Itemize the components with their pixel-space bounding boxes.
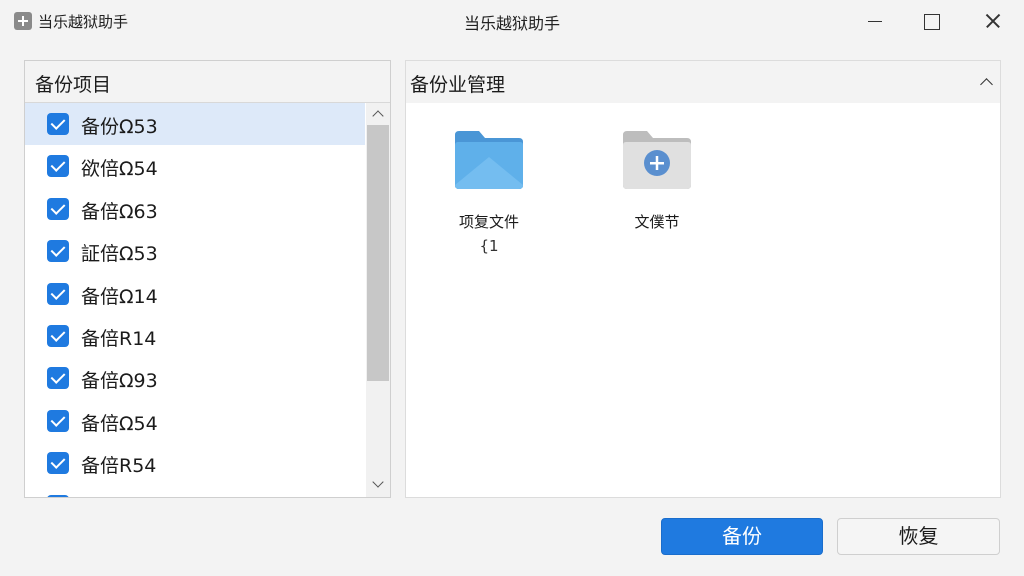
checkbox-checked-icon[interactable] [47,367,69,390]
restore-button[interactable]: 恢复 [837,518,1000,555]
list-item[interactable]: 备倍R14 [25,315,365,357]
list-item-label: 备倍R54 [81,455,157,478]
list-item-label: 备倍Ω63 [81,200,158,223]
close-button[interactable] [962,0,1018,42]
folder-icon [455,131,523,189]
list-item-label: 备份Ω53 [81,116,158,138]
checkbox-checked-icon[interactable] [47,452,69,475]
backup-management-panel: 备份业管理 项复文件 {1 文僕节 [405,60,1001,498]
backup-management-header: 备份业管理 [406,61,1000,103]
backup-button[interactable]: 备份 [661,518,823,555]
list-item[interactable]: 备倍Ω54 [25,400,365,442]
backup-file-label: 项复文件 [458,213,519,231]
backup-file-tile[interactable]: 项复文件 {1 [424,129,554,269]
checkbox-checked-icon[interactable] [47,282,69,305]
scroll-thumb[interactable] [367,125,389,381]
backup-items-header: 备份项目 [25,61,390,103]
maximize-button[interactable] [902,0,958,42]
list-item[interactable]: 备倍Ω14 [25,273,365,315]
checkbox-checked-icon[interactable] [47,494,69,497]
list-item-label: 备倍Ω93 [81,370,158,393]
checkbox-checked-icon[interactable] [47,240,69,263]
folder-add-icon [623,131,691,189]
list-item[interactable]: 备倍Ω53 [25,485,365,497]
list-item-label: 証倍Ω53 [81,243,158,266]
list-item[interactable]: 欲倍Ω54 [25,145,365,187]
list-item-label: 备倍R14 [81,327,157,350]
title-bar: 当乐越狱助手 当乐越狱助手 [0,0,1024,42]
window-title-left: 当乐越狱助手 [38,13,129,31]
list-item[interactable]: 备倍Ω63 [25,188,365,230]
list-item[interactable]: 备份Ω53 [25,103,365,146]
list-scrollbar[interactable] [366,103,390,497]
backup-items-list: 备份Ω53 欲倍Ω54 备倍Ω63 証倍Ω53 备倍Ω14 备倍R14 备倍Ω93 备倍Ω54… [25,103,365,497]
list-item[interactable]: 証倍Ω53 [25,230,365,272]
backup-items-title: 备份项目 [35,74,112,96]
minimize-button[interactable] [846,0,902,42]
backup-file-count: {1 [479,237,499,255]
list-item-label: 备倍Ω53 [81,494,158,497]
checkbox-checked-icon[interactable] [47,409,69,432]
app-plus-icon [14,12,32,30]
backup-management-title: 备份业管理 [410,74,506,96]
list-item[interactable]: 备倍Ω93 [25,357,365,399]
list-item[interactable]: 备倍R54 [25,442,365,484]
add-folder-tile[interactable]: 文僕节 [592,129,722,269]
checkbox-checked-icon[interactable] [47,197,69,220]
list-item-label: 备倍Ω14 [81,285,158,308]
backup-items-panel: 备份项目 备份Ω53 欲倍Ω54 备倍Ω63 証倍Ω53 备倍Ω14 备倍R14 备倍Ω93… [24,60,391,498]
checkbox-checked-icon[interactable] [47,155,69,178]
scroll-down-arrow-icon[interactable] [366,473,390,495]
list-item-label: 备倍Ω54 [81,412,158,435]
checkbox-checked-icon[interactable] [47,324,69,347]
checkbox-checked-icon[interactable] [47,113,69,135]
list-item-label: 欲倍Ω54 [81,158,158,181]
scroll-up-arrow-icon[interactable] [366,103,390,125]
add-folder-label: 文僕节 [634,213,680,231]
collapse-chevron-up-icon[interactable] [976,71,998,93]
